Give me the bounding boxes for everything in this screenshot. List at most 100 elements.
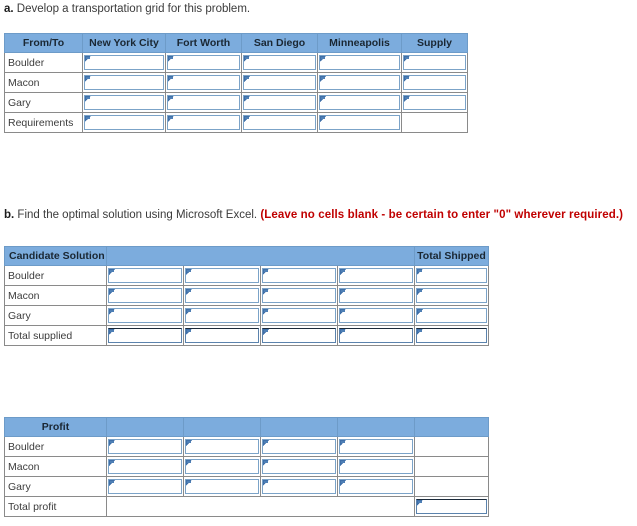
cell-boulder-new-york-city[interactable] xyxy=(82,52,166,73)
cell-requirements-san-diego[interactable] xyxy=(241,112,318,133)
input-box[interactable] xyxy=(185,459,259,474)
cell-profit-gary-3[interactable] xyxy=(260,476,338,497)
cell-profit-boulder-3[interactable] xyxy=(260,436,338,457)
input-box[interactable] xyxy=(319,115,400,130)
cell-cs-boulder-4[interactable] xyxy=(337,265,415,286)
cell-cs-total-supplied-total-shipped[interactable] xyxy=(414,325,489,346)
input-box[interactable] xyxy=(339,479,413,494)
cell-profit-gary-1[interactable] xyxy=(106,476,184,497)
input-box[interactable] xyxy=(339,268,413,283)
input-box[interactable] xyxy=(416,499,487,514)
cell-cs-macon-3[interactable] xyxy=(260,285,338,306)
cell-total-profit-value[interactable] xyxy=(414,496,489,517)
input-box[interactable] xyxy=(416,288,487,303)
cell-cs-total-supplied-4[interactable] xyxy=(337,325,415,346)
input-box[interactable] xyxy=(185,328,259,343)
input-box[interactable] xyxy=(319,75,400,90)
input-box[interactable] xyxy=(416,308,487,323)
input-box[interactable] xyxy=(339,308,413,323)
input-box[interactable] xyxy=(262,308,336,323)
input-box[interactable] xyxy=(185,268,259,283)
input-box[interactable] xyxy=(167,75,240,90)
input-box[interactable] xyxy=(403,75,466,90)
input-box[interactable] xyxy=(84,95,164,110)
input-box[interactable] xyxy=(262,459,336,474)
cell-cs-gary-total-shipped[interactable] xyxy=(414,305,489,326)
input-box[interactable] xyxy=(339,288,413,303)
input-box[interactable] xyxy=(108,439,182,454)
input-box[interactable] xyxy=(185,288,259,303)
input-box[interactable] xyxy=(108,288,182,303)
cell-cs-macon-2[interactable] xyxy=(183,285,261,306)
input-box[interactable] xyxy=(84,55,164,70)
cell-cs-gary-4[interactable] xyxy=(337,305,415,326)
cell-macon-supply[interactable] xyxy=(401,72,468,93)
cell-boulder-supply[interactable] xyxy=(401,52,468,73)
cell-boulder-fort-worth[interactable] xyxy=(165,52,242,73)
cell-cs-boulder-2[interactable] xyxy=(183,265,261,286)
input-box[interactable] xyxy=(339,439,413,454)
cell-boulder-minneapolis[interactable] xyxy=(317,52,402,73)
input-box[interactable] xyxy=(167,55,240,70)
input-box[interactable] xyxy=(403,95,466,110)
input-box[interactable] xyxy=(262,288,336,303)
input-box[interactable] xyxy=(84,75,164,90)
cell-requirements-minneapolis[interactable] xyxy=(317,112,402,133)
cell-profit-boulder-1[interactable] xyxy=(106,436,184,457)
input-box[interactable] xyxy=(108,479,182,494)
cell-gary-supply[interactable] xyxy=(401,92,468,113)
cell-gary-san-diego[interactable] xyxy=(241,92,318,113)
input-box[interactable] xyxy=(416,328,487,343)
cell-cs-macon-1[interactable] xyxy=(106,285,184,306)
cell-profit-macon-2[interactable] xyxy=(183,456,261,477)
input-box[interactable] xyxy=(243,55,316,70)
cell-requirements-fort-worth[interactable] xyxy=(165,112,242,133)
cell-macon-minneapolis[interactable] xyxy=(317,72,402,93)
input-box[interactable] xyxy=(262,268,336,283)
input-box[interactable] xyxy=(243,95,316,110)
cell-profit-gary-2[interactable] xyxy=(183,476,261,497)
cell-gary-fort-worth[interactable] xyxy=(165,92,242,113)
input-box[interactable] xyxy=(108,328,182,343)
cell-gary-minneapolis[interactable] xyxy=(317,92,402,113)
input-box[interactable] xyxy=(339,328,413,343)
cell-macon-san-diego[interactable] xyxy=(241,72,318,93)
cell-boulder-san-diego[interactable] xyxy=(241,52,318,73)
cell-profit-boulder-4[interactable] xyxy=(337,436,415,457)
cell-cs-boulder-total-shipped[interactable] xyxy=(414,265,489,286)
input-box[interactable] xyxy=(108,308,182,323)
cell-profit-macon-3[interactable] xyxy=(260,456,338,477)
input-box[interactable] xyxy=(167,115,240,130)
input-box[interactable] xyxy=(108,268,182,283)
cell-macon-fort-worth[interactable] xyxy=(165,72,242,93)
cell-cs-gary-1[interactable] xyxy=(106,305,184,326)
cell-cs-macon-total-shipped[interactable] xyxy=(414,285,489,306)
input-box[interactable] xyxy=(262,439,336,454)
input-box[interactable] xyxy=(319,95,400,110)
cell-cs-boulder-1[interactable] xyxy=(106,265,184,286)
cell-profit-macon-1[interactable] xyxy=(106,456,184,477)
cell-profit-macon-4[interactable] xyxy=(337,456,415,477)
cell-cs-total-supplied-2[interactable] xyxy=(183,325,261,346)
cell-cs-macon-4[interactable] xyxy=(337,285,415,306)
input-box[interactable] xyxy=(403,55,466,70)
cell-profit-gary-4[interactable] xyxy=(337,476,415,497)
input-box[interactable] xyxy=(185,308,259,323)
input-box[interactable] xyxy=(108,459,182,474)
cell-requirements-new-york-city[interactable] xyxy=(82,112,166,133)
input-box[interactable] xyxy=(185,479,259,494)
input-box[interactable] xyxy=(416,268,487,283)
input-box[interactable] xyxy=(185,439,259,454)
input-box[interactable] xyxy=(167,95,240,110)
cell-profit-boulder-2[interactable] xyxy=(183,436,261,457)
cell-cs-boulder-3[interactable] xyxy=(260,265,338,286)
input-box[interactable] xyxy=(262,479,336,494)
cell-cs-total-supplied-1[interactable] xyxy=(106,325,184,346)
cell-cs-gary-3[interactable] xyxy=(260,305,338,326)
cell-macon-new-york-city[interactable] xyxy=(82,72,166,93)
input-box[interactable] xyxy=(243,115,316,130)
input-box[interactable] xyxy=(84,115,164,130)
input-box[interactable] xyxy=(339,459,413,474)
input-box[interactable] xyxy=(319,55,400,70)
cell-cs-gary-2[interactable] xyxy=(183,305,261,326)
